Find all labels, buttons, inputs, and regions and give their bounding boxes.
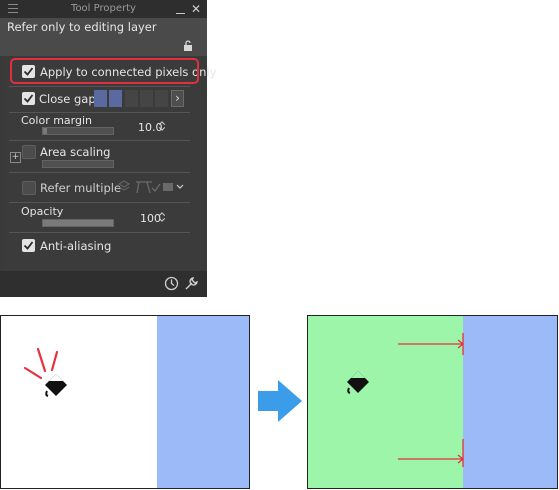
refer-multiple-label: Refer multiple (40, 181, 122, 195)
gap-size-1[interactable] (94, 90, 107, 107)
row-refer-multiple: Refer multiple (5, 173, 201, 202)
preset-label: Refer only to editing layer (7, 20, 157, 34)
anti-aliasing-label: Anti-aliasing (40, 239, 112, 253)
area-scaling-checkbox[interactable] (22, 145, 36, 159)
blue-layer-region (463, 316, 557, 488)
refer-multiple-checkbox[interactable] (22, 181, 36, 195)
expand-icon[interactable]: + (10, 152, 21, 163)
row-area-scaling: + Area scaling (5, 141, 201, 172)
lock-icon[interactable] (183, 40, 193, 51)
close-icon[interactable]: ✕ (190, 3, 202, 15)
area-scaling-label: Area scaling (40, 145, 111, 159)
color-margin-label: Color margin (21, 114, 93, 127)
row-anti-aliasing: Anti-aliasing (5, 233, 201, 261)
panel-titlebar[interactable]: Tool Property ✕ (0, 0, 207, 18)
minimize-icon[interactable] (176, 3, 186, 15)
after-illustration (307, 315, 558, 489)
layer-stack-icon[interactable] (118, 179, 186, 195)
opacity-fill (43, 220, 113, 226)
right-arrow-icon (258, 380, 302, 422)
area-scaling-slider[interactable] (42, 160, 114, 168)
spin-arrows-icon[interactable] (158, 211, 166, 223)
property-list: Apply to connected pixels only Close gap… (5, 58, 216, 270)
highlight-frame (10, 58, 199, 84)
before-illustration (0, 315, 250, 489)
gap-size-4[interactable] (140, 90, 153, 107)
opacity-slider[interactable] (42, 219, 114, 227)
row-color-margin: Color margin 10.0 (5, 113, 201, 140)
gap-size-5[interactable] (155, 90, 168, 107)
close-gap-checkbox[interactable] (22, 92, 35, 105)
panel-bottom-bar (0, 271, 207, 297)
color-margin-fill (43, 128, 47, 134)
preset-area: Refer only to editing layer (0, 18, 207, 56)
expand-icon[interactable]: › (171, 90, 184, 107)
wrench-icon[interactable] (184, 276, 199, 291)
spin-arrows-icon[interactable] (158, 120, 166, 132)
blue-layer-region (157, 316, 249, 488)
close-gap-label: Close gap (39, 92, 96, 106)
gap-size-3[interactable] (125, 90, 138, 107)
opacity-label: Opacity (21, 205, 64, 218)
row-close-gap: Close gap › (5, 87, 201, 112)
color-margin-slider[interactable] (42, 127, 114, 135)
dropdown-chevron-icon (176, 184, 184, 189)
row-opacity: Opacity 100 (5, 203, 201, 232)
anti-aliasing-checkbox[interactable] (22, 239, 35, 252)
gap-size-2[interactable] (109, 90, 122, 107)
clock-icon[interactable] (164, 276, 179, 291)
tool-property-panel: Tool Property ✕ Refer only to editing la… (0, 0, 216, 297)
